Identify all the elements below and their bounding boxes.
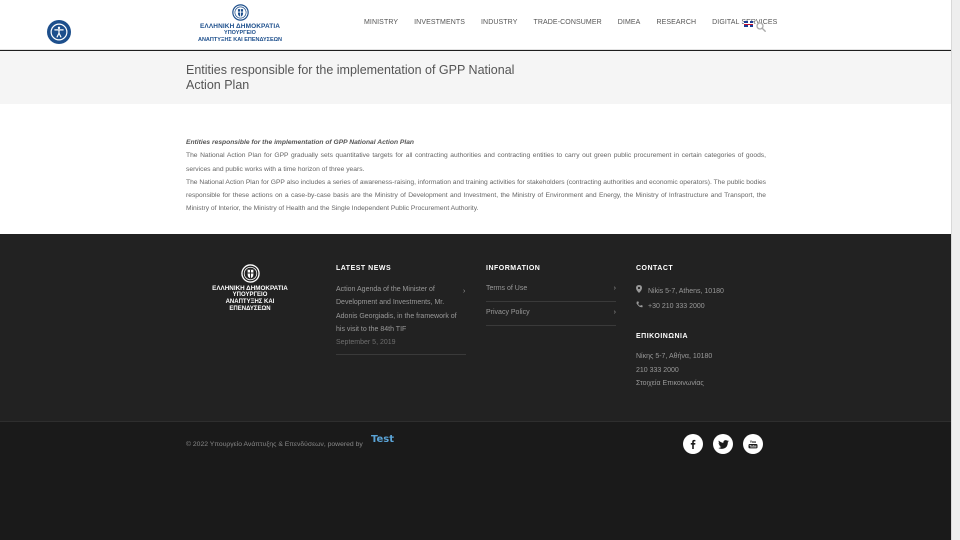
divider (336, 354, 466, 355)
chevron-right-icon: › (463, 288, 466, 295)
logo-line-2: ΥΠΟΥΡΓΕΙΟ (224, 30, 256, 36)
map-marker-icon (636, 285, 648, 295)
article-heading: Entities responsible for the implementat… (186, 139, 415, 146)
article-paragraph-2: The National Action Plan for GPP also in… (186, 178, 767, 213)
nav-ministry[interactable]: MINISTRY (364, 19, 398, 26)
contact-address-greek: Νίκης 5-7, Αθήνα, 10180 (636, 353, 713, 360)
youtube-icon[interactable]: You Tube (743, 434, 763, 454)
facebook-icon[interactable] (683, 434, 703, 454)
nav-trade-consumer[interactable]: TRADE-CONSUMER (533, 19, 601, 26)
footer-logo-line-1: ΕΛΛΗΝΙΚΗ ΔΗΜΟΚΡΑΤΙΑ (212, 285, 288, 292)
page-title-bar: Entities responsible for the implementat… (0, 51, 951, 104)
bottom-bar: © 2022 Υπουργείο Ανάπτυξης & Επενδύσεων,… (0, 421, 951, 540)
information-title: INFORMATION (486, 265, 541, 272)
main-nav: MINISTRY INVESTMENTS INDUSTRY TRADE-CONS… (364, 19, 793, 26)
divider (486, 325, 616, 326)
greek-emblem-icon (240, 264, 260, 283)
logo-line-3: ΑΝΑΠΤΥΞΗΣ ΚΑΙ ΕΠΕΝΔΥΣΕΩΝ (197, 37, 282, 43)
contact-details-link[interactable]: Στοιχεία Επικοινωνίας (636, 380, 704, 387)
accessibility-icon[interactable] (47, 20, 71, 44)
news-item-text[interactable]: Action Agenda of the Minister of Develop… (336, 283, 466, 336)
divider (486, 301, 616, 302)
footer-logo[interactable]: ΕΛΛΗΝΙΚΗ ΔΗΜΟΚΡΑΤΙΑ ΥΠΟΥΡΓΕΙΟ ΑΝΑΠΤΥΞΗΣ … (205, 264, 295, 313)
latest-news-title: LATEST NEWS (336, 265, 392, 272)
contact-phone-text[interactable]: +30 210 333 2000 (648, 303, 705, 310)
privacy-policy-label[interactable]: Privacy Policy (486, 309, 530, 316)
page-scrollbar[interactable] (951, 0, 960, 540)
chevron-right-icon: › (613, 285, 616, 292)
phone-icon (636, 301, 648, 310)
nav-dimea[interactable]: DIMEA (618, 19, 641, 26)
contact-phone-greek[interactable]: 210 333 2000 (636, 367, 679, 374)
site-footer: ΕΛΛΗΝΙΚΗ ΔΗΜΟΚΡΑΤΙΑ ΥΠΟΥΡΓΕΙΟ ΑΝΑΠΤΥΞΗΣ … (0, 234, 951, 421)
page: ΕΛΛΗΝΙΚΗ ΔΗΜΟΚΡΑΤΙΑ ΥΠΟΥΡΓΕΙΟ ΑΝΑΠΤΥΞΗΣ … (0, 0, 951, 540)
terms-of-use-label[interactable]: Terms of Use (486, 285, 527, 292)
chevron-right-icon: › (613, 309, 616, 316)
ministry-logo[interactable]: ΕΛΛΗΝΙΚΗ ΔΗΜΟΚΡΑΤΙΑ ΥΠΟΥΡΓΕΙΟ ΑΝΑΠΤΥΞΗΣ … (194, 4, 286, 44)
privacy-policy-link[interactable]: Privacy Policy › (486, 309, 616, 316)
page-title: Entities responsible for the implementat… (186, 63, 515, 92)
greek-emblem-icon (231, 4, 249, 21)
logo-line-1: ΕΛΛΗΝΙΚΗ ΔΗΜΟΚΡΑΤΙΑ (199, 23, 281, 30)
news-item[interactable]: Action Agenda of the Minister of Develop… (336, 283, 466, 349)
contact-address: Nikis 5-7, Athens, 10180 (636, 285, 724, 295)
nav-research[interactable]: RESEARCH (656, 19, 696, 26)
contact-address-text: Nikis 5-7, Athens, 10180 (648, 288, 724, 295)
terms-of-use-link[interactable]: Terms of Use › (486, 285, 616, 292)
news-item-date: September 5, 2019 (336, 339, 396, 347)
article-paragraph-1: The National Action Plan for GPP gradual… (186, 152, 766, 173)
svg-text:Tube: Tube (749, 444, 757, 448)
contact-title-greek: ΕΠΙΚΟΙΝΩΝΙΑ (636, 333, 689, 340)
footer-logo-line-3: ΑΝΑΠΤΥΞΗΣ ΚΑΙ ΕΠΕΝΔΥΣΕΩΝ (225, 299, 275, 312)
copyright-text: © 2022 Υπουργείο Ανάπτυξης & Επενδύσεων,… (186, 441, 363, 448)
contact-phone: +30 210 333 2000 (636, 301, 705, 310)
twitter-icon[interactable] (713, 434, 733, 454)
nav-investments[interactable]: INVESTMENTS (414, 19, 465, 26)
site-header: ΕΛΛΗΝΙΚΗ ΔΗΜΟΚΡΑΤΙΑ ΥΠΟΥΡΓΕΙΟ ΑΝΑΠΤΥΞΗΣ … (0, 0, 951, 50)
uk-flag-icon[interactable] (744, 21, 753, 27)
nav-industry[interactable]: INDUSTRY (481, 19, 517, 26)
search-icon[interactable] (756, 19, 766, 32)
article-body: Entities responsible for the implementat… (186, 136, 766, 216)
main-content: Entities responsible for the implementat… (0, 104, 951, 234)
contact-title: CONTACT (636, 265, 674, 272)
footer-logo-line-2: ΥΠΟΥΡΓΕΙΟ (232, 292, 268, 298)
powered-by-logo[interactable]: Test (371, 434, 394, 445)
